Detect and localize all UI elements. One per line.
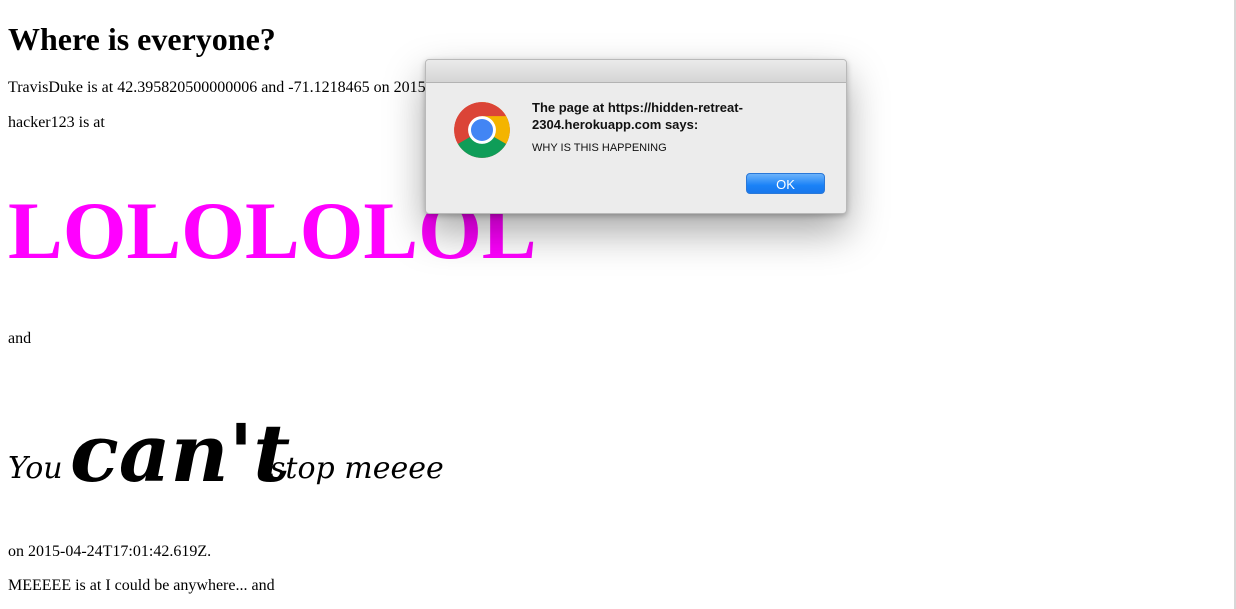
location-entry-travisduke: TravisDuke is at 42.395820500000006 and …	[8, 79, 426, 96]
dialog-message: WHY IS THIS HAPPENING	[532, 142, 667, 154]
page-title: Where is everyone?	[8, 21, 276, 57]
ok-button[interactable]: OK	[746, 173, 825, 194]
location-entry-hacker123: hacker123 is at	[8, 114, 105, 131]
cursive-stop: stop meeee	[270, 451, 444, 486]
chrome-icon	[454, 102, 510, 158]
dialog-title: The page at https://hidden-retreat-2304.…	[532, 100, 743, 132]
cursive-you: You	[8, 451, 63, 486]
timestamp-text: on 2015-04-24T17:01:42.619Z.	[8, 543, 212, 560]
cursive-cant: can't	[70, 406, 291, 500]
and-text: and	[8, 330, 32, 347]
page: Where is everyone? TravisDuke is at 42.3…	[0, 0, 1236, 609]
dialog-titlebar	[426, 60, 846, 83]
alert-dialog: The page at https://hidden-retreat-2304.…	[425, 59, 847, 214]
location-entry-meeeee: MEEEEE is at I could be anywhere... and	[8, 577, 275, 594]
